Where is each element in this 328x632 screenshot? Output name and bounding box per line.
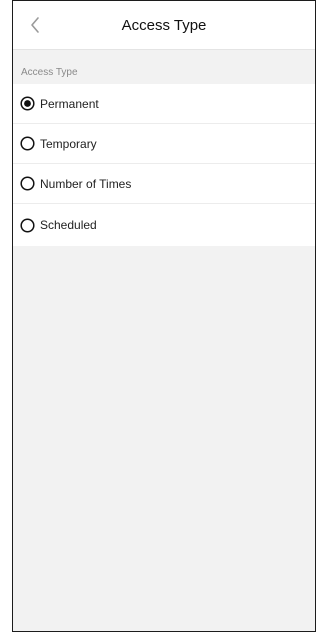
option-scheduled[interactable]: Scheduled	[13, 204, 315, 246]
option-label: Number of Times	[40, 176, 132, 191]
option-temporary[interactable]: Temporary	[13, 124, 315, 164]
section-label: Access Type	[21, 67, 78, 78]
page-title: Access Type	[121, 16, 207, 34]
option-label: Permanent	[40, 96, 99, 111]
option-permanent[interactable]: Permanent	[13, 84, 315, 124]
access-type-options: Permanent Temporary Number of Times Sche…	[13, 84, 315, 246]
radio-unselected-icon[interactable]	[20, 217, 35, 233]
back-button[interactable]	[19, 9, 51, 41]
option-label: Scheduled	[40, 218, 97, 232]
navigation-bar: Access Type	[13, 1, 315, 50]
radio-unselected-icon[interactable]	[20, 176, 35, 191]
chevron-left-icon	[31, 17, 39, 33]
app-frame: Access Type Access Type Permanent Tempor…	[12, 0, 316, 632]
option-label: Temporary	[40, 136, 97, 151]
radio-unselected-icon[interactable]	[20, 136, 35, 151]
screen: Access Type Access Type Permanent Tempor…	[0, 0, 328, 632]
radio-selected-icon[interactable]	[20, 96, 35, 111]
option-number-of-times[interactable]: Number of Times	[13, 164, 315, 204]
